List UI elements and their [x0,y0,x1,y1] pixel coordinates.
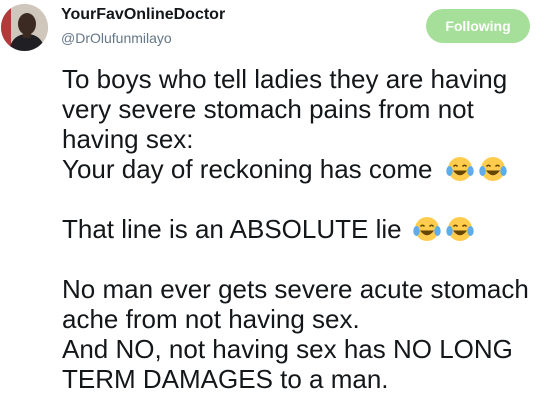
tweet-line: TERM DAMAGES to a man. [62,364,389,394]
tweet-line-with-emoji: Your day of reckoning has come [62,154,550,184]
user-handle[interactable]: @DrOlufunmilayo [61,30,172,46]
face-with-tears-of-joy-icon [478,154,508,184]
tweet-line-text: That line is an ABSOLUTE lie [62,214,402,244]
tweet-line: ache from not having sex. [62,304,360,334]
face-with-tears-of-joy-icon [445,154,475,184]
tweet-line: having sex: [62,124,194,154]
tweet-line-with-emoji: That line is an ABSOLUTE lie [62,214,550,244]
avatar[interactable] [1,4,48,51]
tweet-line: And NO, not having sex has NO LONG [62,334,513,364]
face-with-tears-of-joy-icon [412,214,442,244]
tweet-line: No man ever gets severe acute stomach [62,274,529,304]
tweet-text: To boys who tell ladies they are having … [62,64,550,394]
face-with-tears-of-joy-icon [445,214,475,244]
following-button[interactable]: Following [426,9,530,43]
display-name[interactable]: YourFavOnlineDoctor [61,6,225,24]
tweet: YourFavOnlineDoctor @DrOlufunmilayo Foll… [0,0,550,420]
tweet-line: very severe stomach pains from not [62,94,474,124]
tweet-line: To boys who tell ladies they are having [62,64,508,94]
tweet-line-text: Your day of reckoning has come [62,154,433,184]
